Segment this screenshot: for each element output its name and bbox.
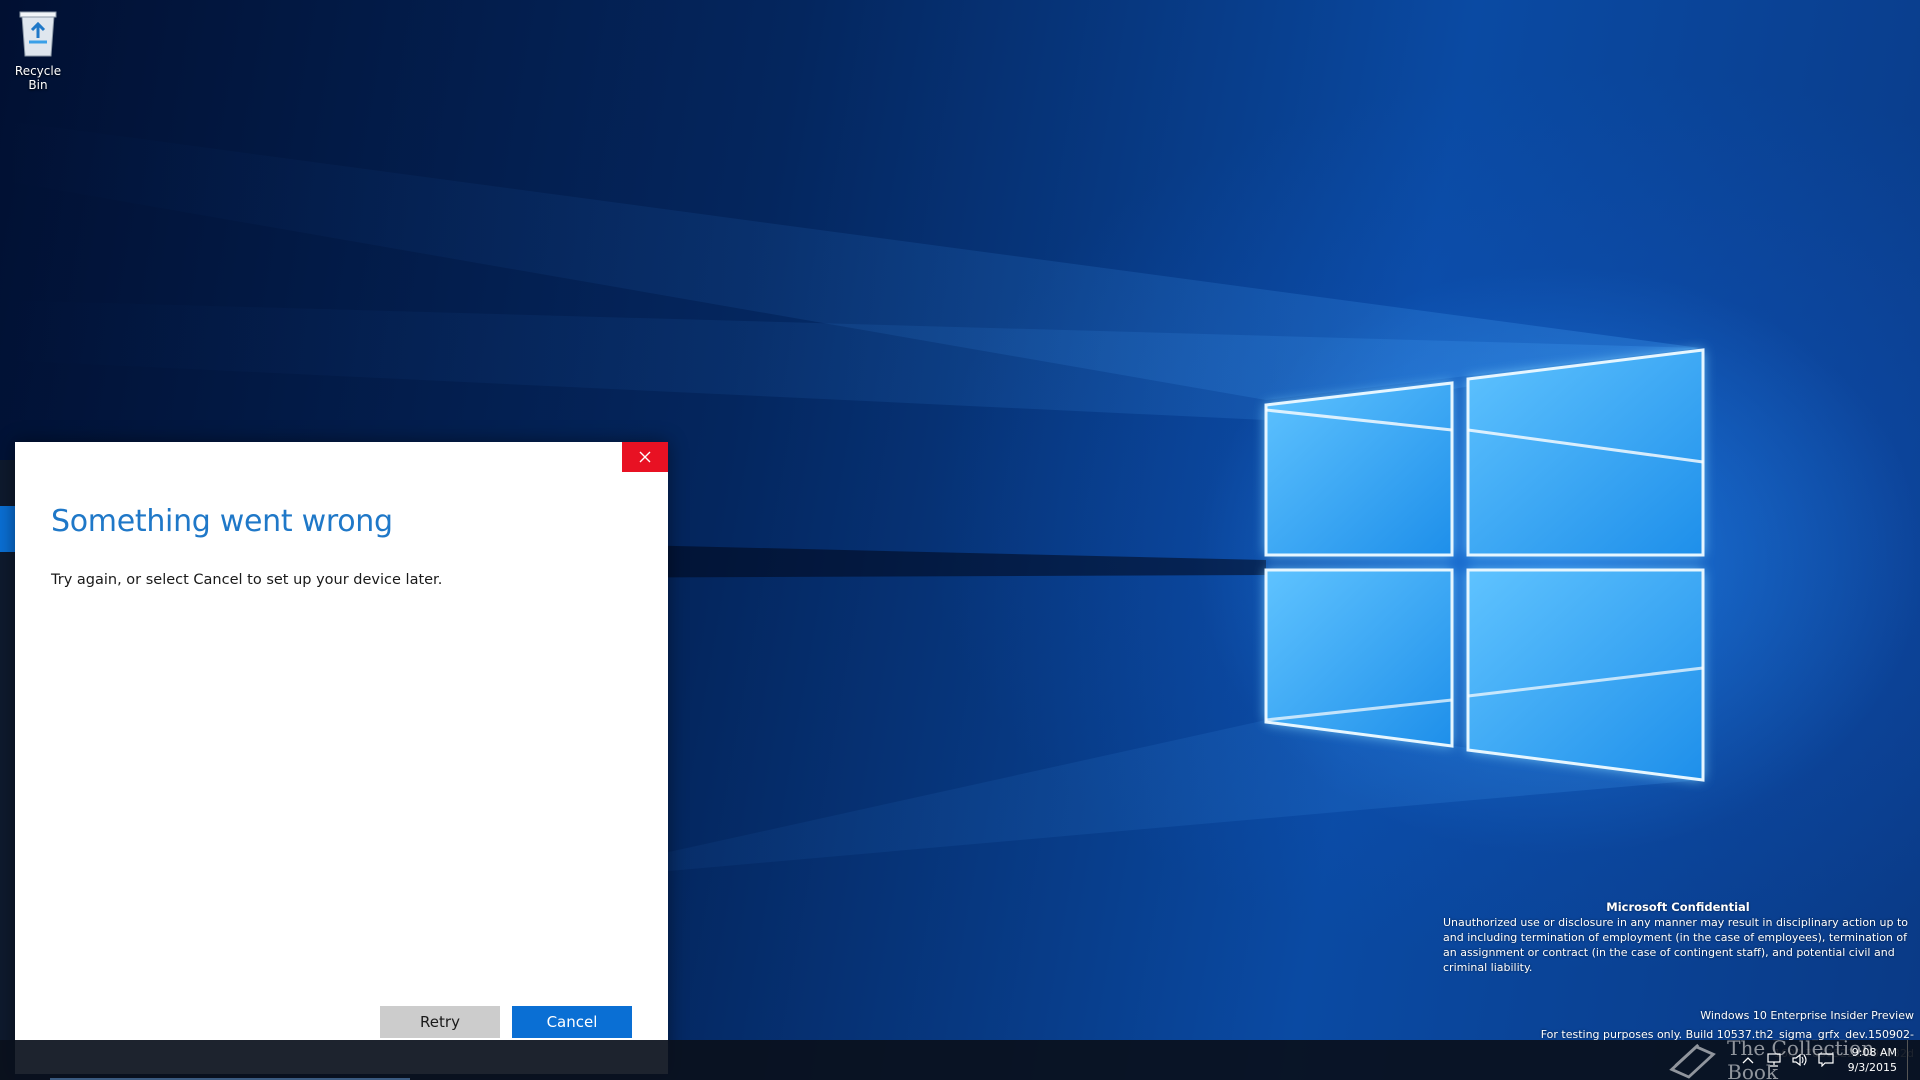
close-button[interactable] [622,442,668,472]
edition-label: Windows 10 Enterprise Insider Preview [1700,1009,1914,1022]
clock-date: 9/3/2015 [1847,1061,1897,1074]
taskbar-clock[interactable]: 9:08 AM 9/3/2015 [1848,1045,1897,1075]
taskbar: 9:08 AM 9/3/2015 [0,1040,1920,1080]
confidential-title: Microsoft Confidential [1606,900,1750,914]
chevron-up-icon[interactable] [1740,1052,1756,1068]
action-center-icon[interactable] [1817,1052,1834,1068]
desktop-icon-recycle-bin[interactable]: Recycle Bin [4,8,72,92]
confidential-notice: Microsoft Confidential Unauthorized use … [1443,900,1913,975]
show-desktop-button[interactable] [1907,1040,1912,1080]
recycle-bin-icon [19,11,57,57]
network-icon[interactable] [1766,1052,1782,1068]
retry-button[interactable]: Retry [380,1006,500,1038]
desktop-icon-label: Recycle Bin [14,64,62,92]
background-window-accent [0,506,15,552]
close-icon [639,451,651,463]
error-dialog: Something went wrong Try again, or selec… [15,442,668,1074]
dialog-message: Try again, or select Cancel to set up yo… [51,572,443,588]
background-window-edge [0,460,15,1080]
clock-time: 9:08 AM [1851,1046,1897,1059]
dialog-title: Something went wrong [51,504,393,539]
cancel-button[interactable]: Cancel [512,1006,632,1038]
confidential-body: Unauthorized use or disclosure in any ma… [1443,916,1909,974]
system-tray: 9:08 AM 9/3/2015 [1740,1040,1912,1080]
volume-icon[interactable] [1791,1052,1808,1068]
